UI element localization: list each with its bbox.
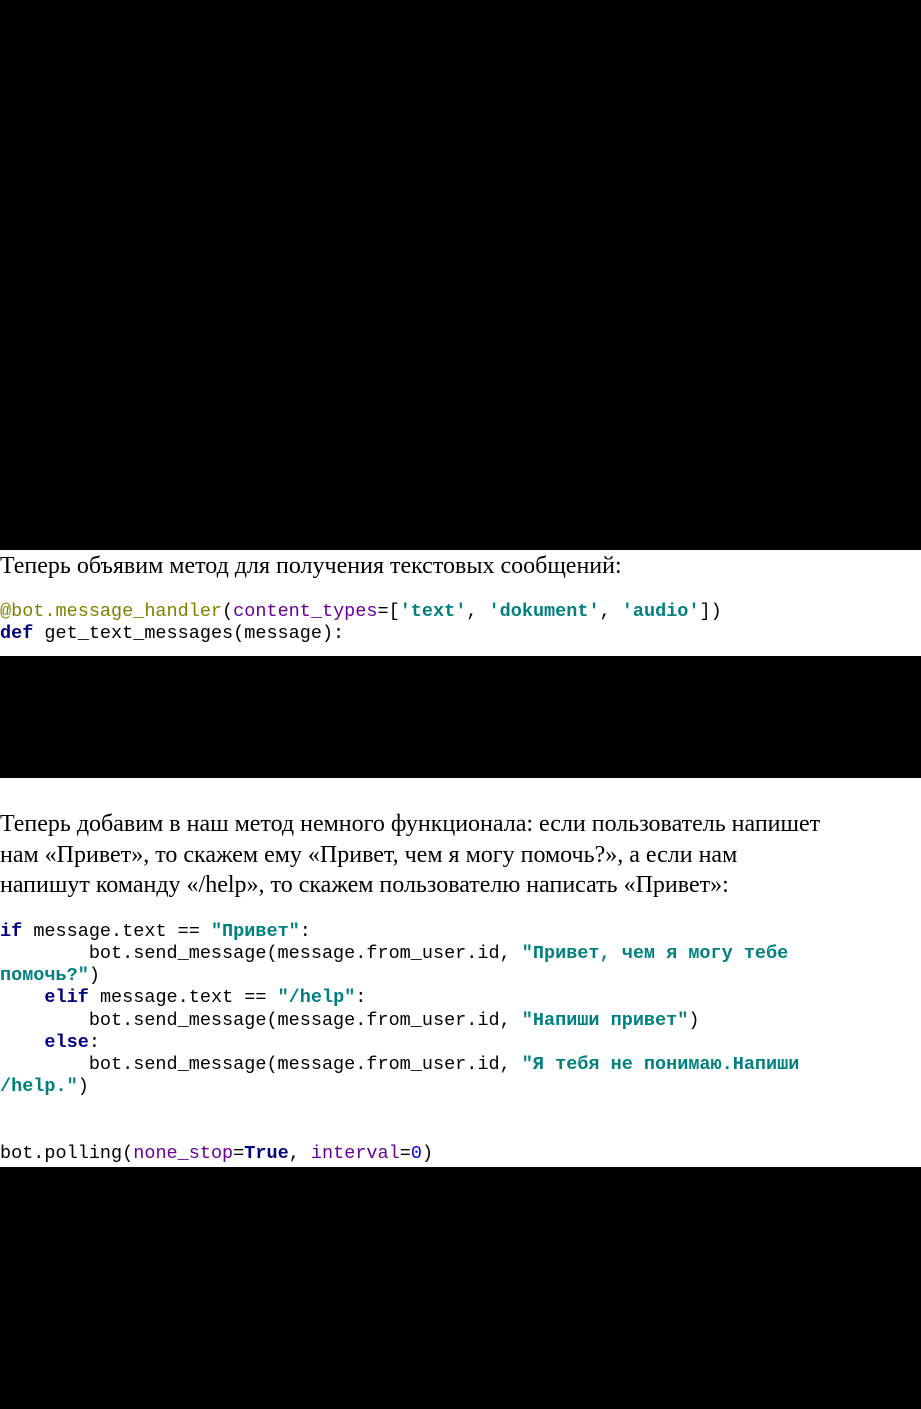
code-block: @bot.message_handler(content_types=['tex… [0, 600, 722, 644]
result-section: Теперь можно написать боту и посмотреть … [0, 1167, 921, 1409]
paragraph-line: bot=telebot.Telebot(Token) [0, 491, 263, 518]
paragraph-line: В bot.py пишем [0, 368, 171, 395]
paragraph-line: Теперь наш бот будет спрашивать у пользо… [0, 1292, 815, 1319]
paragraph-line: Теперь добавим в наш метод немного функц… [0, 811, 821, 837]
paragraph-line: нам «Привет», то скажем ему «Привет, чем… [0, 841, 738, 868]
paragraph-line: Теперь объявим метод для получения текст… [0, 553, 622, 579]
newbot-command: /newbot [506, 93, 583, 120]
paragraph-line: import telebot [0, 399, 136, 426]
paragraph-line: pip install pyTelegramBotAPI [0, 215, 289, 242]
paragraph-line: и возраст. Для этого мы будем использова… [0, 1322, 515, 1349]
code-block: if message.text == "Привет": bot.send_me… [0, 920, 800, 1164]
botfather-link[interactable]: @BotFather [148, 94, 269, 120]
paragraph-line: напишут команду «/help», то скажем польз… [0, 872, 729, 899]
start-command: /start [400, 93, 452, 120]
paragraph-line: В этом участке кода мы объявили слушател… [0, 690, 813, 716]
document-page: Регистрация бота Находим бота @BotFather… [0, 0, 921, 1409]
paragraph-line: from config import token [0, 430, 244, 457]
paragraph-line: их обработки. Поле content_types может п… [0, 720, 755, 747]
paragraph-line: В терминале Pycharm пишем [0, 185, 303, 212]
explanation-section: В этом участке кода мы объявили слушател… [0, 656, 921, 778]
paragraph-line: Из файла config.py забираем токен и созд… [0, 460, 628, 487]
paragraph-line: Создаем файлы config.py, в который сохра… [0, 338, 698, 365]
paragraph-line: только одно. [0, 751, 128, 778]
handler-section: Теперь объявим метод для получения текст… [0, 550, 921, 656]
paragraph-line: Первое, что нужно сделать это импортиров… [0, 277, 806, 304]
paragraph-line: которые он спросит [0, 124, 202, 151]
section-heading: Регистрация бота [0, 63, 185, 89]
paragraph-line: Теперь можно написать боту и посмотреть … [0, 1231, 576, 1257]
paragraph-line: Находим бота @BotFather, пишем ему /star… [0, 93, 761, 120]
paragraph-line: register_next_step_handler бота: [0, 1353, 318, 1380]
registration-section: Регистрация бота Находим бота @BotFather… [0, 0, 921, 550]
functionality-section: Теперь добавим в наш метод немного функц… [0, 778, 921, 1167]
paragraph-line: токен бота: [0, 307, 115, 334]
